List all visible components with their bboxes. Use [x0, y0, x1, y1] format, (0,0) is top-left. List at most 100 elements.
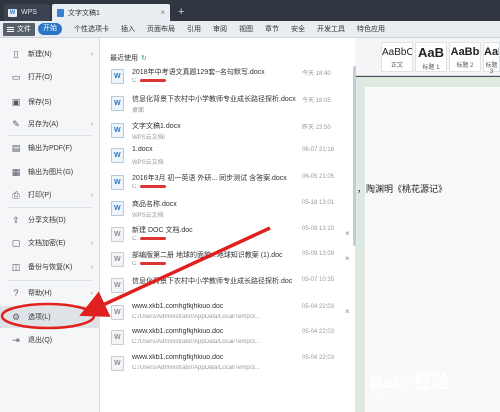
- print-icon: ⎙: [12, 189, 20, 200]
- file-menu-options-label: 选项(L): [28, 314, 51, 321]
- image-icon: ▦: [11, 166, 21, 177]
- tab-special-apps[interactable]: 特色应用: [357, 24, 385, 34]
- file-menu-options[interactable]: ⚙ 选项(L): [0, 306, 100, 328]
- remove-entry-icon[interactable]: ×: [345, 307, 350, 316]
- redaction-mark: [140, 236, 166, 240]
- share-icon: ⇪: [12, 214, 20, 225]
- lock-icon: ▢: [11, 237, 21, 248]
- remove-entry-icon[interactable]: ×: [345, 229, 350, 238]
- recent-file-item[interactable]: 2016年3月 初一英语 外研... 同步测试 含答案.docx C: 06-0…: [100, 170, 355, 196]
- save-icon: ▣: [11, 96, 21, 107]
- tab-developer[interactable]: 开发工具: [317, 24, 345, 34]
- word-file-icon: [111, 227, 124, 242]
- recent-file-date: 今天 18:05: [302, 98, 331, 104]
- recent-file-name: 新建 DOC 文档.doc: [132, 227, 193, 234]
- file-menu-save-as-label: 另存为(A): [28, 121, 59, 128]
- style-heading-2[interactable]: AaBb 标题 2: [449, 42, 481, 72]
- recent-file-item[interactable]: 部编版第二册 地球的面貌...地球知识教案 (1).doc C: 05-09 1…: [100, 247, 355, 273]
- tab-view[interactable]: 视图: [239, 24, 253, 34]
- file-menu-label: 文件: [17, 26, 31, 33]
- recent-file-name: www.xkb1.comhgfkjhkiuo.doc: [132, 328, 224, 335]
- file-menu-button[interactable]: 文件: [3, 22, 35, 36]
- file-menu-export-pdf[interactable]: ▤ 输出为PDF(F): [0, 137, 100, 159]
- recent-file-path-text: C:: [132, 78, 138, 84]
- style-heading-3[interactable]: AaBbC 标题 3: [483, 42, 500, 75]
- chevron-right-icon: ›: [90, 120, 93, 128]
- new-tab-button[interactable]: +: [178, 6, 184, 18]
- file-menu-exit-label: 退出(Q): [28, 337, 53, 344]
- recent-file-item[interactable]: 2018年中考语文真题129套--名句默写.docx C: 今天 18:40: [100, 64, 355, 90]
- recent-file-path: C:/Users/Administrator/AppData/Local/Tem…: [132, 314, 260, 320]
- tab-references[interactable]: 引用: [187, 24, 201, 34]
- recent-file-date: 昨天 23:50: [302, 125, 331, 131]
- word-file-icon: [111, 123, 124, 138]
- recent-file-name: 部编版第二册 地球的面貌...地球知识教案 (1).doc: [132, 252, 283, 259]
- recent-file-item[interactable]: www.xkb1.comhgfkjhkiuo.doc C:/Users/Admi…: [100, 351, 355, 377]
- wps-app-tab[interactable]: W WPS: [4, 4, 50, 21]
- file-menu-exit[interactable]: ⇥ 退出(Q): [0, 329, 100, 351]
- recent-file-path: WPS云文档: [132, 213, 164, 219]
- chevron-right-icon: ›: [90, 289, 93, 297]
- tab-insert[interactable]: 插入: [121, 24, 135, 34]
- style-normal-name: 正文: [390, 63, 403, 69]
- file-menu-export-image[interactable]: ▦ 输出为图片(G): [0, 161, 100, 183]
- help-icon: ?: [13, 288, 19, 298]
- file-menu-encrypt[interactable]: ▢ 文档加密(E) ›: [0, 232, 100, 254]
- recent-file-item[interactable]: www.xkb1.comhgfkjhkiuo.doc C:/Users/Admi…: [100, 325, 355, 351]
- word-file-icon: [111, 201, 124, 216]
- refresh-icon[interactable]: ↻: [141, 55, 147, 62]
- file-menu-new[interactable]: ▯ 新建(N) ›: [0, 43, 100, 65]
- file-menu-save-as[interactable]: ✎ 另存为(A) ›: [0, 113, 100, 135]
- style-heading-1[interactable]: AaB 标题 1: [415, 42, 447, 72]
- recent-file-date: 05-09 13:09: [302, 251, 335, 257]
- close-tab-icon[interactable]: ×: [160, 8, 165, 17]
- title-bar: W WPS 文字文稿1 × +: [0, 0, 500, 21]
- file-menu-export-image-label: 输出为图片(G): [28, 169, 74, 176]
- tab-custom[interactable]: 个性选项卡: [74, 24, 109, 34]
- file-menu-help[interactable]: ? 帮助(H) ›: [0, 282, 100, 304]
- file-menu-share[interactable]: ⇪ 分享文档(D): [0, 209, 100, 231]
- recent-file-path: WPS云文档: [132, 160, 164, 166]
- document-page[interactable]: [365, 87, 500, 412]
- file-menu-help-label: 帮助(H): [28, 290, 52, 297]
- file-menu-save[interactable]: ▣ 保存(S): [0, 91, 100, 113]
- file-menu-print[interactable]: ⎙ 打印(P) ›: [0, 184, 100, 206]
- recent-file-path: C:: [132, 184, 292, 190]
- recent-file-name: 信息化背景下农村中小学教师专业成长路径探析.doc: [132, 278, 293, 285]
- recent-file-item[interactable]: 新建 DOC 文档.doc C: 05-09 13:10 ×: [100, 222, 355, 248]
- recent-files-title: 最近使用 ↻: [110, 53, 147, 63]
- recent-file-path-text: C:: [132, 184, 138, 190]
- word-file-icon: [111, 330, 124, 345]
- file-menu-backup[interactable]: ◫ 备份与恢复(K) ›: [0, 256, 100, 278]
- recent-file-item[interactable]: 信息化背景下农村中小学教师专业成长路径探析.docx 桌面 今天 18:05: [100, 91, 355, 117]
- recent-file-path: 桌面: [132, 108, 145, 114]
- tab-review[interactable]: 审阅: [213, 24, 227, 34]
- recent-file-name: 1.docx: [132, 146, 153, 153]
- file-menu-open[interactable]: ▭ 打开(O): [0, 66, 100, 88]
- recent-file-item[interactable]: 信息化背景下农村中小学教师专业成长路径探析.doc 05-07 10:35: [100, 273, 355, 299]
- chevron-right-icon: ›: [90, 50, 93, 58]
- recent-file-path-text: C:: [132, 236, 138, 242]
- wps-logo-icon: W: [8, 8, 17, 17]
- document-tab[interactable]: 文字文稿1 ×: [52, 4, 170, 21]
- recent-file-item[interactable]: 文字文稿1.docx WPS云文档/ 昨天 23:50: [100, 118, 355, 144]
- tab-page-layout[interactable]: 页面布局: [147, 24, 175, 34]
- recent-file-item[interactable]: 商品名称.docx WPS云文档 05-18 13:01: [100, 196, 355, 222]
- word-file-icon: [111, 278, 124, 293]
- tab-security[interactable]: 安全: [291, 24, 305, 34]
- recent-file-item[interactable]: 1.docx WPS云文档 06-07 21:16: [100, 143, 355, 169]
- tab-start[interactable]: 开始: [38, 23, 62, 35]
- chevron-right-icon: ›: [90, 263, 93, 271]
- gear-icon: ⚙: [11, 311, 21, 322]
- hamburger-icon: [7, 26, 14, 32]
- recent-file-item[interactable]: www.xkb1.comhgfkjhkiuo.doc C:/Users/Admi…: [100, 300, 355, 326]
- menu-divider: [8, 280, 92, 281]
- tab-chapter[interactable]: 章节: [265, 24, 279, 34]
- remove-entry-icon[interactable]: ×: [345, 254, 350, 263]
- word-file-icon: [111, 69, 124, 84]
- file-menu-save-label: 保存(S): [28, 99, 52, 106]
- file-menu-new-label: 新建(N): [28, 51, 52, 58]
- redaction-mark: [140, 184, 166, 188]
- style-normal[interactable]: AaBbC 正文: [381, 42, 413, 72]
- new-file-icon: ▯: [13, 48, 19, 59]
